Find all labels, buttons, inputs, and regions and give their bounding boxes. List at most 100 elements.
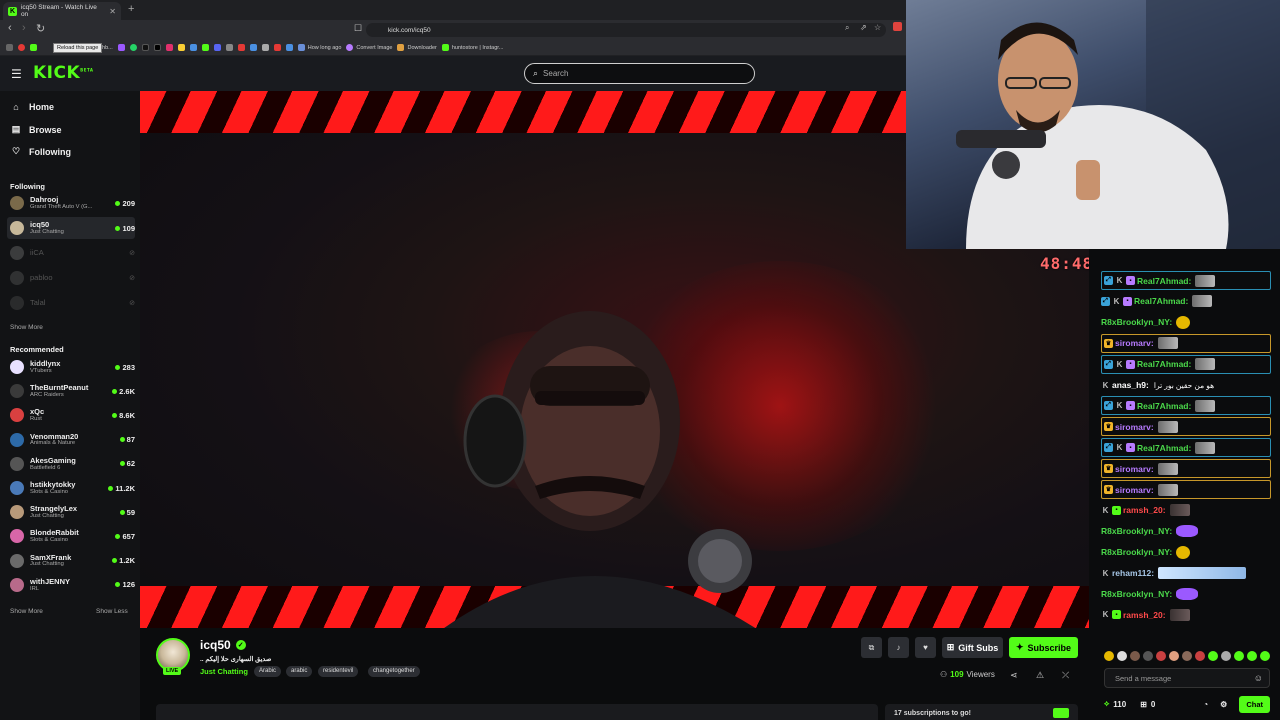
crown-badge-icon[interactable]: ♛ <box>1104 422 1113 432</box>
menu-icon[interactable]: ☰ <box>11 67 22 81</box>
emote-icon[interactable] <box>1208 651 1218 661</box>
zoom-icon[interactable]: ⌕ <box>845 23 849 33</box>
emote-icon[interactable] <box>1156 651 1166 661</box>
sidebar-channel-pabloo[interactable]: pabloo ⊘ <box>7 267 135 289</box>
star-icon[interactable]: ☆ <box>874 23 881 32</box>
sidebar-channel-strangelylex[interactable]: StrangelyLex Just Chatting 59 <box>7 501 135 523</box>
sidebar-channel-kiddlynx[interactable]: kiddlynx VTubers 283 <box>7 356 135 378</box>
tag-chip[interactable]: arabic <box>286 666 313 677</box>
x-icon[interactable] <box>141 44 149 51</box>
chat-username[interactable]: siromarv: <box>1115 422 1154 432</box>
bookmark-icon[interactable] <box>213 44 221 51</box>
chat-username[interactable]: siromarv: <box>1115 485 1154 495</box>
chat-username[interactable]: R8xBrooklyn_NY: <box>1101 526 1172 536</box>
emote-icon[interactable] <box>1221 651 1231 661</box>
subscriber-badge-icon[interactable]: ▪ <box>1126 443 1135 453</box>
chat-username[interactable]: anas_h9: <box>1112 380 1149 390</box>
nav-following[interactable]: ♡ Following <box>11 146 71 157</box>
chat-settings-icon[interactable]: ⚙ <box>1220 700 1227 709</box>
nav-home[interactable]: ⌂ Home <box>11 102 54 112</box>
show-less-recommended[interactable]: Show Less <box>96 608 128 615</box>
subscriber-badge-icon[interactable]: ▪ <box>1123 296 1132 306</box>
kick-badge-icon[interactable]: K <box>1115 401 1124 410</box>
chat-username[interactable]: ramsh_20: <box>1123 610 1166 620</box>
share-icon[interactable]: ⇗ <box>860 23 867 32</box>
emote-icon[interactable] <box>1117 651 1127 661</box>
chat-username[interactable]: Real7Ahmad: <box>1137 443 1191 453</box>
kick-badge-icon[interactable]: K <box>1101 381 1110 390</box>
chat-username[interactable]: Real7Ahmad: <box>1137 401 1191 411</box>
bookmark-link[interactable]: Convert Image <box>346 44 392 51</box>
kick-badge-icon[interactable]: K <box>1101 569 1110 578</box>
crown-badge-icon[interactable]: ♛ <box>1104 485 1113 494</box>
chat-emote[interactable] <box>1157 462 1178 475</box>
emote-icon[interactable] <box>1195 651 1205 661</box>
nav-browse[interactable]: ▤ Browse <box>11 124 62 135</box>
chat-username[interactable]: ramsh_20: <box>1123 505 1166 515</box>
chat-emote[interactable] <box>1176 525 1199 538</box>
emote-icon[interactable] <box>1247 651 1257 661</box>
bookmark-icon[interactable] <box>273 44 281 51</box>
kick-badge-icon[interactable]: K <box>1112 297 1121 306</box>
bookmark-link[interactable]: How long ago <box>297 44 341 51</box>
chat-emote[interactable] <box>1195 441 1216 454</box>
whatsapp-icon[interactable] <box>129 44 137 51</box>
gifter-badge-icon[interactable]: ▪ <box>1112 505 1121 515</box>
sidebar-channel-icq50[interactable]: icq50 Just Chatting 109 <box>7 217 135 239</box>
emote-icon[interactable] <box>1234 651 1244 661</box>
chat-username[interactable]: Real7Ahmad: <box>1137 359 1191 369</box>
chat-username[interactable]: siromarv: <box>1115 464 1154 474</box>
chat-username[interactable]: R8xBrooklyn_NY: <box>1101 317 1172 327</box>
kick-badge-icon[interactable]: K <box>1115 443 1124 452</box>
points-icon[interactable]: ⟡ <box>1104 699 1109 709</box>
chat-emote[interactable] <box>1157 483 1178 496</box>
show-more-following[interactable]: Show More <box>10 324 43 331</box>
sidebar-channel-hstikkytokky[interactable]: hstikkytokky Slots & Casino 11.2K <box>7 477 135 499</box>
chat-username[interactable]: Real7Ahmad: <box>1134 296 1188 306</box>
gift-subs-button[interactable]: ⊞ Gift Subs <box>942 637 1003 658</box>
send-chat-button[interactable]: Chat <box>1239 695 1270 713</box>
apps-icon[interactable] <box>6 44 13 51</box>
emote-icon[interactable] <box>1104 651 1114 661</box>
chat-message-input[interactable]: Send a message ☺ <box>1104 668 1270 688</box>
chat-emote[interactable] <box>1157 420 1178 433</box>
chat-username[interactable]: Real7Ahmad: <box>1137 276 1191 286</box>
chat-emote[interactable] <box>1176 588 1199 600</box>
sidebar-channel-iica[interactable]: iiCA ⊘ <box>7 242 135 264</box>
sidebar-channel-withjenny[interactable]: withJENNY IRL 126 <box>7 574 135 596</box>
kick-badge-icon[interactable]: K <box>1115 276 1124 285</box>
share-icon[interactable]: ⋖ <box>1010 670 1018 681</box>
subscriber-badge-icon[interactable]: ▪ <box>1126 401 1135 411</box>
sidebar-channel-dahrooj[interactable]: Dahrooj Grand Theft Auto V (G... 209 <box>7 192 135 214</box>
tag-chip[interactable]: Arabic <box>254 666 282 677</box>
back-icon[interactable]: ‹ <box>8 22 12 34</box>
expand-arrow-icon[interactable] <box>1053 708 1069 718</box>
url-field[interactable]: kick.com/icq50 <box>366 23 886 37</box>
emote-icon[interactable] <box>1182 651 1192 661</box>
tiktok-icon[interactable] <box>153 44 161 51</box>
forward-icon[interactable]: › <box>22 22 26 34</box>
subscriber-badge-icon[interactable]: ▪ <box>1126 276 1135 285</box>
bookmark-icon[interactable] <box>261 44 269 51</box>
chat-username[interactable]: R8xBrooklyn_NY: <box>1101 589 1172 599</box>
chat-username[interactable]: R8xBrooklyn_NY: <box>1101 547 1172 557</box>
extension-icon[interactable] <box>893 22 902 31</box>
bookmark-icon[interactable] <box>237 44 245 51</box>
bookmark-icon[interactable] <box>177 44 185 51</box>
tag-chip[interactable]: residentevil <box>318 666 359 677</box>
browser-tab[interactable]: K icq50 Stream - Watch Live on ✕ <box>3 2 121 20</box>
bookmark-icon[interactable] <box>117 44 125 51</box>
boost-badge-icon[interactable]: ⤢ <box>1104 443 1113 453</box>
bookmark-icon[interactable] <box>285 44 293 51</box>
chat-username[interactable]: siromarv: <box>1115 338 1154 348</box>
gifter-badge-icon[interactable]: ▪ <box>1112 610 1121 620</box>
crown-badge-icon[interactable]: ♛ <box>1104 338 1113 348</box>
gift-icon[interactable]: ⊞ <box>1140 700 1147 709</box>
channel-name[interactable]: icq50 ✓ <box>200 638 246 652</box>
kick-badge-icon[interactable]: K <box>1115 360 1124 369</box>
more-icon[interactable]: ⤫ <box>1062 670 1069 681</box>
kick-badge-icon[interactable]: K <box>1101 506 1110 515</box>
instagram-icon[interactable] <box>165 44 173 51</box>
bookmark-icon[interactable] <box>189 44 197 51</box>
notifications-button[interactable]: ♪ <box>888 637 909 658</box>
